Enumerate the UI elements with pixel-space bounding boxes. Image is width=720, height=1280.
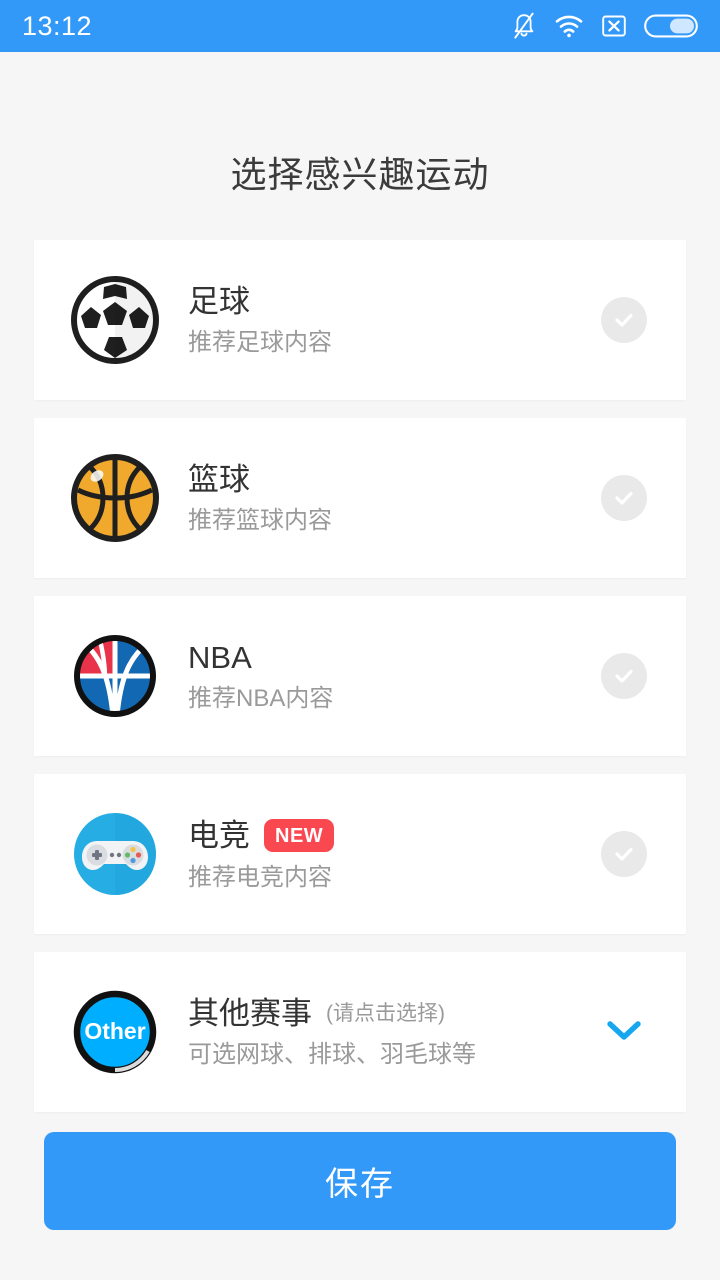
page-body: 选择感兴趣运动 足球 推荐足球内容 篮球 推荐篮球内容 NBA 推荐NBA内容 …	[0, 52, 720, 1280]
card-action-soccer[interactable]	[592, 297, 656, 343]
check-circle-icon[interactable]	[601, 831, 647, 877]
card-action-nba[interactable]	[592, 653, 656, 699]
bell-muted-icon	[511, 12, 537, 40]
check-circle-icon[interactable]	[601, 653, 647, 699]
page-title: 选择感兴趣运动	[230, 154, 490, 195]
status-bar: 13:12	[0, 0, 720, 52]
card-subtitle: 推荐足球内容	[188, 328, 332, 356]
svg-text:Other: Other	[84, 1018, 145, 1044]
sport-card-nba[interactable]: NBA 推荐NBA内容	[34, 596, 686, 756]
card-subtitle: 可选网球、排球、羽毛球等	[188, 1040, 476, 1068]
card-title-row: NBA	[188, 642, 592, 673]
card-action-other[interactable]	[592, 1015, 656, 1050]
card-title-row: 其他赛事 (请点击选择)	[188, 998, 592, 1029]
status-icon-group	[511, 12, 698, 40]
wifi-icon	[554, 14, 584, 38]
footer: 保存	[0, 1132, 720, 1280]
card-subtitle: 推荐电竞内容	[188, 863, 332, 891]
save-button[interactable]: 保存	[44, 1132, 676, 1230]
card-title: 足球	[188, 283, 250, 319]
card-text-nba: NBA 推荐NBA内容	[162, 642, 592, 711]
card-title-row: 电竞 NEW	[188, 817, 592, 853]
sim-none-icon	[601, 13, 627, 39]
sport-card-list: 足球 推荐足球内容 篮球 推荐篮球内容 NBA 推荐NBA内容 电竞 NEW 推…	[0, 240, 720, 1130]
gamepad-icon	[68, 807, 162, 901]
card-title-row: 篮球	[188, 464, 592, 495]
card-action-esports[interactable]	[592, 831, 656, 877]
card-text-basketball: 篮球 推荐篮球内容	[162, 464, 592, 533]
basketball-icon	[68, 451, 162, 545]
card-action-basketball[interactable]	[592, 475, 656, 521]
new-badge: NEW	[264, 818, 335, 852]
soccer-ball-icon	[68, 273, 162, 367]
card-title-note: (请点击选择)	[326, 1001, 445, 1025]
check-circle-icon[interactable]	[601, 475, 647, 521]
sport-card-other[interactable]: Other 其他赛事 (请点击选择) 可选网球、排球、羽毛球等	[34, 952, 686, 1112]
card-title: 其他赛事	[188, 995, 312, 1031]
card-subtitle: 推荐篮球内容	[188, 506, 332, 534]
battery-icon	[644, 13, 698, 39]
sport-card-basketball[interactable]: 篮球 推荐篮球内容	[34, 418, 686, 578]
check-circle-icon[interactable]	[601, 297, 647, 343]
other-ball-icon: Other	[68, 985, 162, 1079]
card-title-row: 足球	[188, 286, 592, 317]
card-text-soccer: 足球 推荐足球内容	[162, 286, 592, 355]
card-title: NBA	[188, 639, 252, 675]
sport-card-esports[interactable]: 电竞 NEW 推荐电竞内容	[34, 774, 686, 934]
card-title: 篮球	[188, 461, 250, 497]
card-subtitle: 推荐NBA内容	[188, 684, 334, 712]
chevron-down-icon[interactable]	[602, 1015, 646, 1050]
status-time: 13:12	[22, 10, 93, 41]
card-text-other: 其他赛事 (请点击选择) 可选网球、排球、羽毛球等	[162, 998, 592, 1067]
nba-ball-icon	[68, 629, 162, 723]
card-title: 电竞	[188, 817, 250, 853]
sport-card-soccer[interactable]: 足球 推荐足球内容	[34, 240, 686, 400]
card-text-esports: 电竞 NEW 推荐电竞内容	[162, 817, 592, 891]
